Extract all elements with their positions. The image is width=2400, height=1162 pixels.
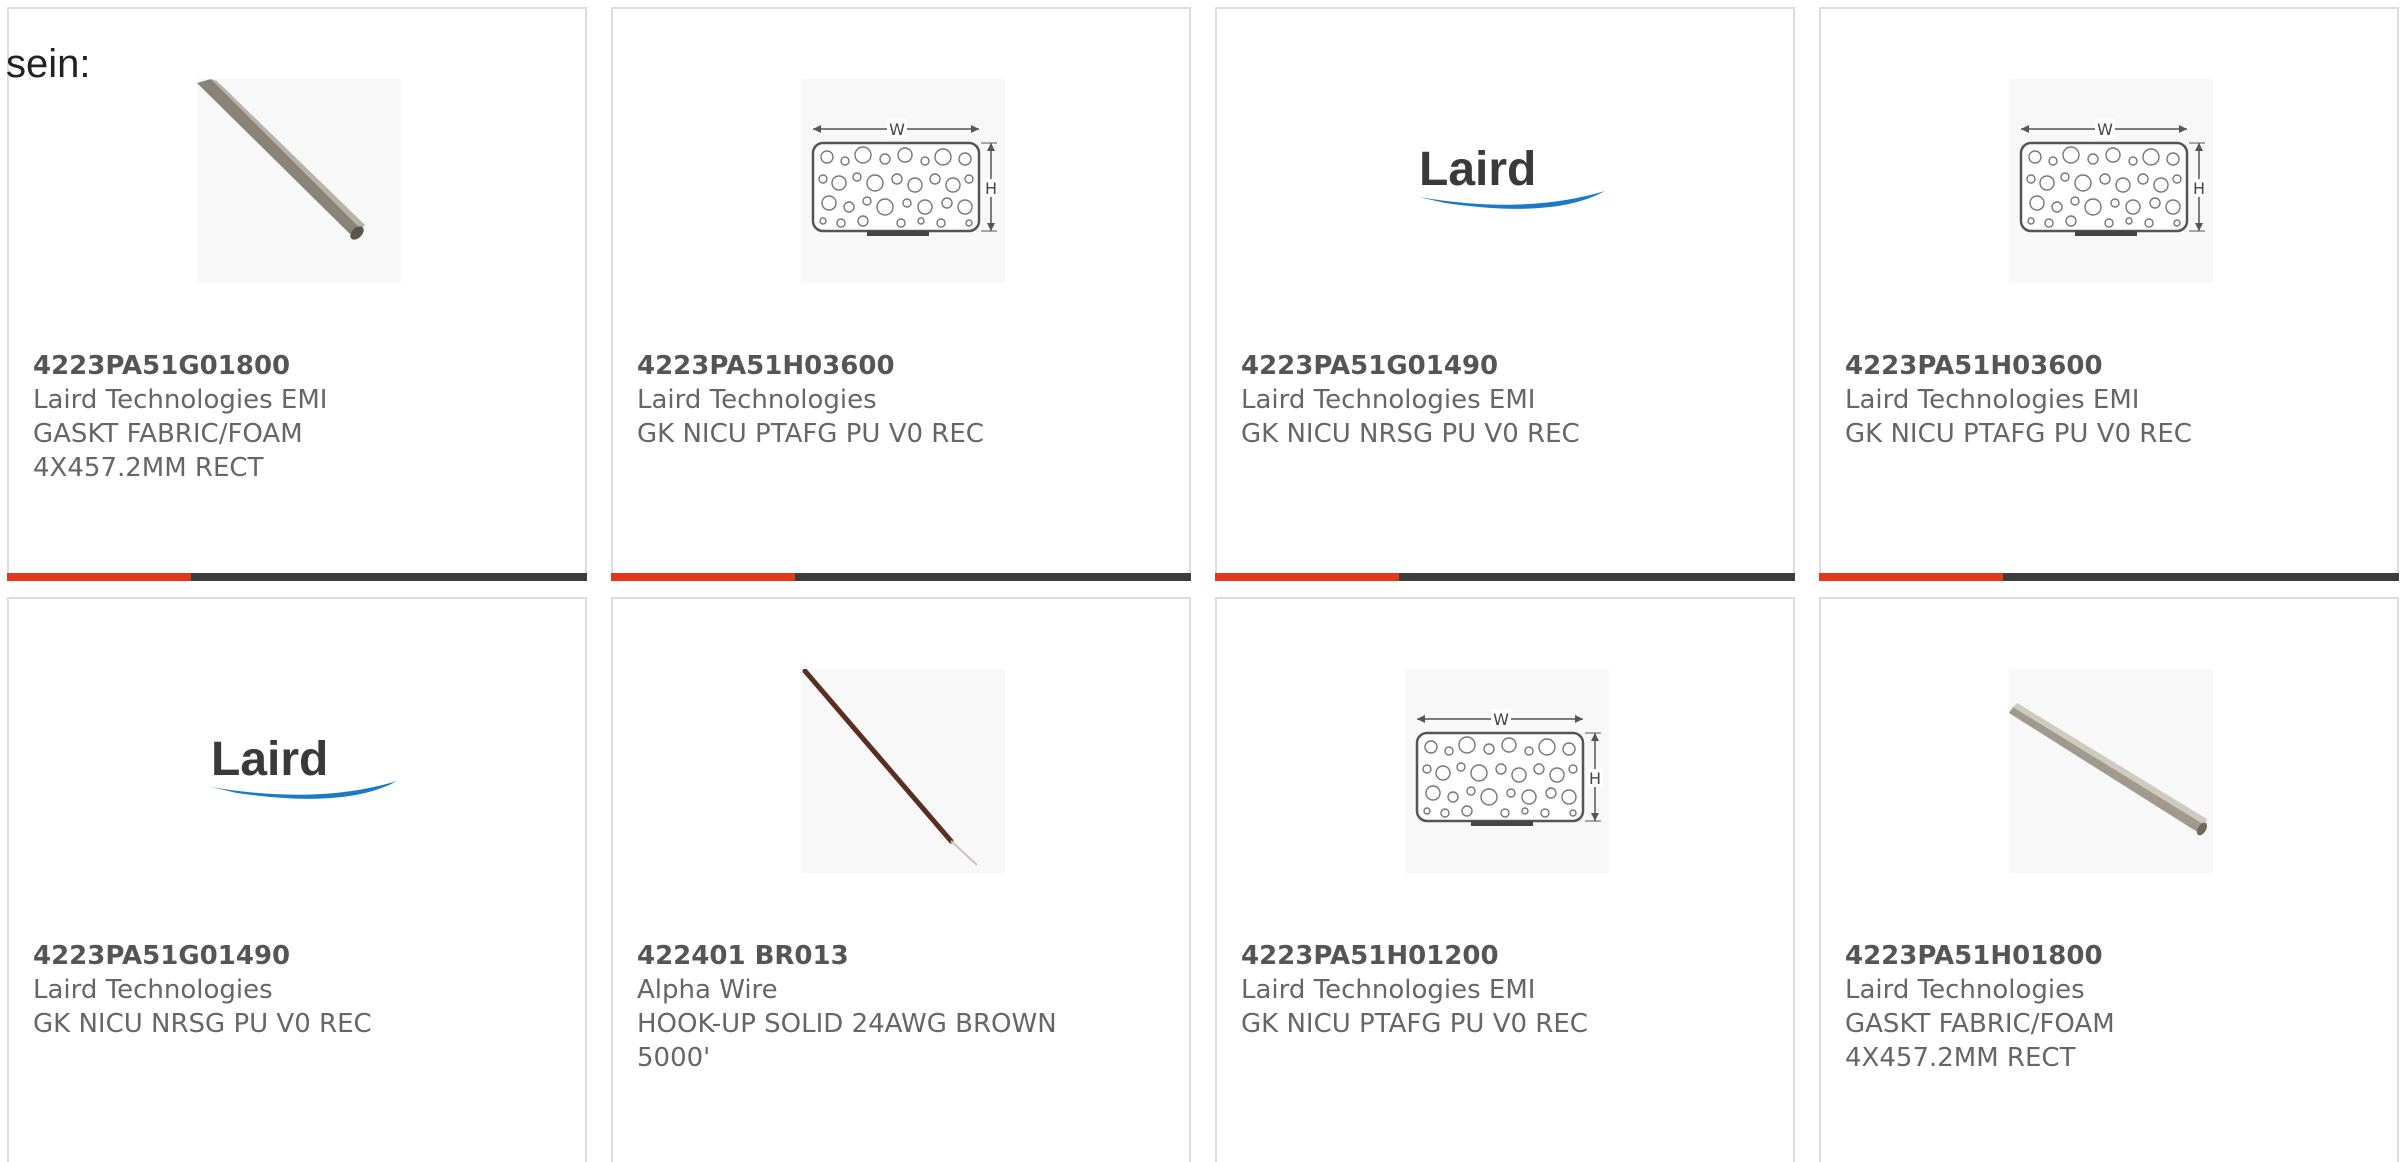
- gasket-diagram-icon: W H: [811, 119, 999, 236]
- product-description: GK NICU NRSG PU V0 REC: [1241, 419, 1580, 449]
- part-number[interactable]: 4223PA51H01800: [1845, 939, 2373, 973]
- laird-logo: Laird: [211, 733, 397, 799]
- product-image[interactable]: W H: [1405, 669, 1609, 873]
- svg-text:W: W: [889, 120, 905, 139]
- svg-text:W: W: [2097, 120, 2113, 139]
- part-number[interactable]: 4223PA51H03600: [637, 349, 1165, 383]
- product-description: HOOK-UP SOLID 24AWG BROWN 5000': [637, 1009, 1057, 1073]
- manufacturer: Laird Technologies EMI: [33, 385, 328, 415]
- part-number[interactable]: 4223PA51H01200: [1241, 939, 1769, 973]
- card-footer-bar: [611, 573, 1191, 581]
- product-image[interactable]: [197, 79, 401, 283]
- product-card[interactable]: 4223PA51G01800 Laird Technologies EMI GA…: [7, 7, 587, 581]
- product-card[interactable]: Laird 4223PA51G01490 Laird Technologies …: [1215, 7, 1795, 581]
- product-card[interactable]: Laird 4223PA51G01490 Laird Technologies …: [7, 597, 587, 1162]
- product-description: GK NICU PTAFG PU V0 REC: [1845, 419, 2192, 449]
- product-description: GK NICU NRSG PU V0 REC: [33, 1009, 372, 1039]
- product-info: 4223PA51H01200 Laird Technologies EMI GK…: [1241, 939, 1769, 1041]
- product-image[interactable]: [2009, 669, 2213, 873]
- svg-text:Laird: Laird: [1419, 143, 1536, 196]
- product-description: GASKT FABRIC/FOAM 4X457.2MM RECT: [1845, 1009, 2115, 1073]
- product-info: 422401 BR013 Alpha Wire HOOK-UP SOLID 24…: [637, 939, 1165, 1075]
- manufacturer: Laird Technologies: [1845, 975, 2085, 1005]
- card-footer-accent: [7, 573, 191, 581]
- gasket-strip-icon: [197, 79, 365, 240]
- part-number[interactable]: 422401 BR013: [637, 939, 1165, 973]
- part-number[interactable]: 4223PA51G01490: [33, 939, 561, 973]
- product-info: 4223PA51H03600 Laird Technologies GK NIC…: [637, 349, 1165, 451]
- wire-icon: [802, 669, 978, 866]
- svg-text:H: H: [985, 179, 997, 198]
- product-image[interactable]: Laird: [1405, 79, 1609, 283]
- product-card[interactable]: W H: [611, 7, 1191, 581]
- product-image[interactable]: Laird: [197, 669, 401, 873]
- laird-logo: Laird: [1419, 143, 1605, 209]
- product-description: GASKT FABRIC/FOAM 4X457.2MM RECT: [33, 419, 303, 483]
- product-info: 4223PA51H03600 Laird Technologies EMI GK…: [1845, 349, 2373, 451]
- product-info: 4223PA51G01800 Laird Technologies EMI GA…: [33, 349, 561, 485]
- product-grid: 4223PA51G01800 Laird Technologies EMI GA…: [7, 7, 2399, 1162]
- manufacturer: Laird Technologies EMI: [1241, 975, 1536, 1005]
- manufacturer: Laird Technologies: [637, 385, 877, 415]
- product-description: GK NICU PTAFG PU V0 REC: [637, 419, 984, 449]
- manufacturer: Laird Technologies EMI: [1241, 385, 1536, 415]
- product-info: 4223PA51G01490 Laird Technologies EMI GK…: [1241, 349, 1769, 451]
- manufacturer: Laird Technologies: [33, 975, 273, 1005]
- manufacturer: Alpha Wire: [637, 975, 778, 1005]
- product-description: GK NICU PTAFG PU V0 REC: [1241, 1009, 1588, 1039]
- intro-text: sein:: [6, 42, 91, 86]
- product-image[interactable]: [801, 669, 1005, 873]
- part-number[interactable]: 4223PA51H03600: [1845, 349, 2373, 383]
- gasket-diagram-icon: W H: [1415, 709, 1603, 826]
- gasket-diagram-icon: W H: [2019, 119, 2207, 236]
- svg-text:Laird: Laird: [211, 733, 328, 786]
- svg-text:H: H: [2193, 179, 2205, 198]
- card-footer-bar: [1819, 573, 2399, 581]
- part-number[interactable]: 4223PA51G01490: [1241, 349, 1769, 383]
- product-info: 4223PA51H01800 Laird Technologies GASKT …: [1845, 939, 2373, 1075]
- product-image[interactable]: W H: [801, 79, 1005, 283]
- product-card[interactable]: 422401 BR013 Alpha Wire HOOK-UP SOLID 24…: [611, 597, 1191, 1162]
- manufacturer: Laird Technologies EMI: [1845, 385, 2140, 415]
- gasket-strip-icon: [2009, 703, 2208, 836]
- product-card[interactable]: W H: [1819, 7, 2399, 581]
- product-card[interactable]: 4223PA51H01800 Laird Technologies GASKT …: [1819, 597, 2399, 1162]
- part-number[interactable]: 4223PA51G01800: [33, 349, 561, 383]
- product-image[interactable]: W H: [2009, 79, 2213, 283]
- product-card[interactable]: W H: [1215, 597, 1795, 1162]
- card-footer-accent: [1819, 573, 2003, 581]
- svg-text:H: H: [1589, 769, 1601, 788]
- card-footer-accent: [1215, 573, 1399, 581]
- product-grid-page: sein: 4223PA51G01800 Laird Technologies …: [0, 0, 2400, 1162]
- product-info: 4223PA51G01490 Laird Technologies GK NIC…: [33, 939, 561, 1041]
- card-footer-bar: [1215, 573, 1795, 581]
- svg-text:W: W: [1493, 710, 1509, 729]
- card-footer-accent: [611, 573, 795, 581]
- card-footer-bar: [7, 573, 587, 581]
